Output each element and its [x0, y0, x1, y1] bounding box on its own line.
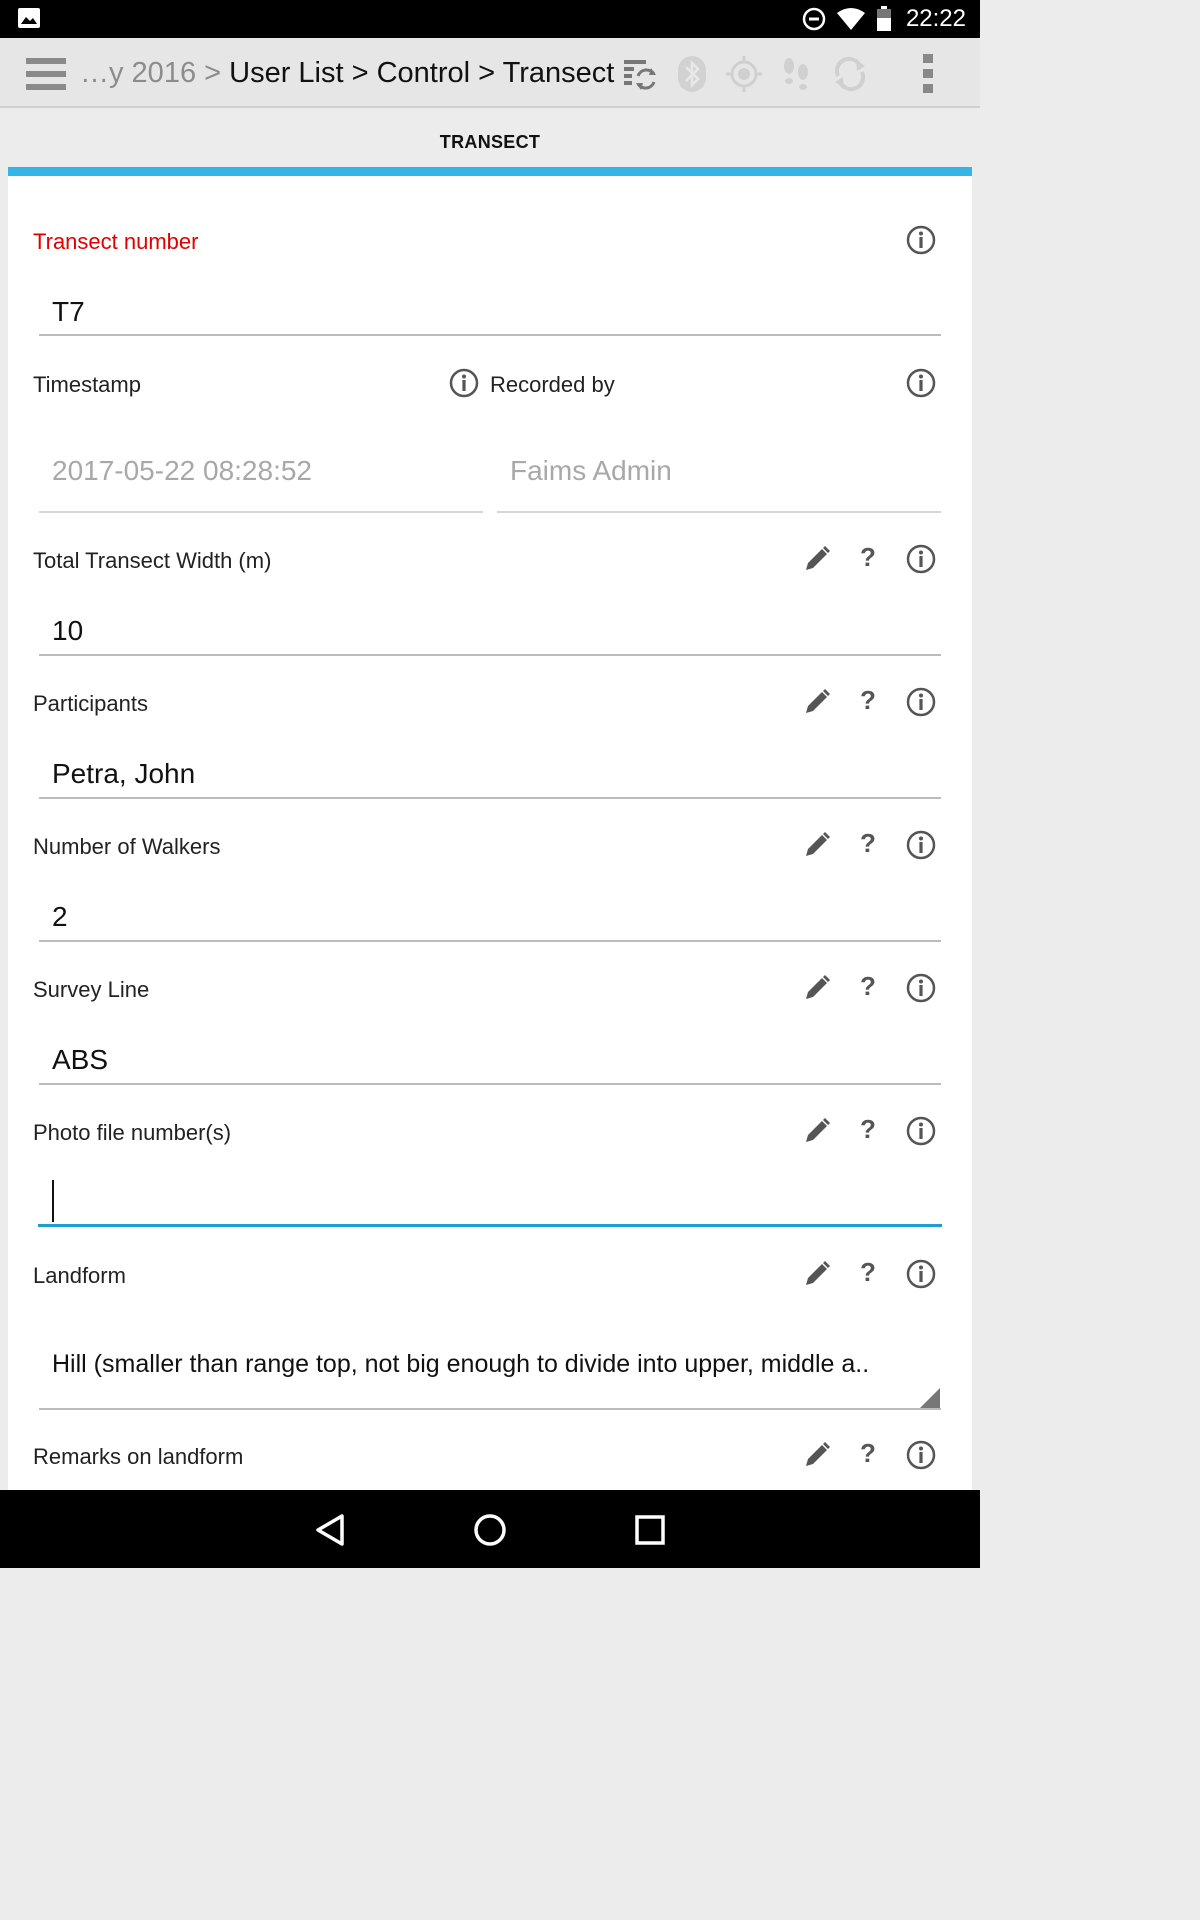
text-cursor [52, 1180, 54, 1222]
transect-form: Transect number T7 Timestamp Recorded by… [8, 176, 972, 1490]
help-icon[interactable]: ? [853, 828, 883, 859]
walkers-label: Number of Walkers [33, 834, 221, 859]
participants-underline [39, 797, 941, 799]
do-not-disturb-icon [802, 7, 826, 31]
timestamp-underline [39, 511, 483, 513]
info-icon[interactable] [906, 1259, 936, 1289]
gallery-icon [18, 8, 40, 28]
transect-number-label: Transect number [33, 229, 199, 254]
transect-number-field[interactable]: T7 [52, 296, 85, 328]
info-icon[interactable] [906, 544, 936, 574]
participants-label: Participants [33, 691, 148, 716]
help-icon[interactable]: ? [853, 1114, 883, 1145]
info-icon[interactable] [906, 687, 936, 717]
recents-icon[interactable] [630, 1510, 670, 1550]
width-field[interactable]: 10 [52, 615, 83, 647]
dropdown-corner-icon [920, 1388, 940, 1408]
landform-dropdown[interactable]: Hill (smaller than range top, not big en… [52, 1350, 869, 1379]
help-icon[interactable]: ? [853, 542, 883, 573]
walkers-underline [39, 940, 941, 942]
sync-icon[interactable] [830, 54, 870, 94]
menu-icon[interactable] [26, 58, 66, 90]
wifi-icon [836, 8, 865, 30]
back-icon[interactable] [310, 1510, 350, 1550]
tab-transect[interactable]: TRANSECT [8, 108, 972, 170]
tab-label: TRANSECT [439, 132, 541, 152]
photo-label: Photo file number(s) [33, 1120, 232, 1145]
survey-line-field[interactable]: ABS [52, 1044, 108, 1076]
info-icon[interactable] [906, 1116, 936, 1146]
battery-icon [876, 6, 891, 31]
remarks-label: Remarks on landform [33, 1444, 244, 1469]
tracklog-icon[interactable] [776, 54, 816, 94]
sync-list-icon[interactable] [620, 54, 660, 94]
landform-underline [39, 1408, 941, 1410]
navigation-bar [0, 1490, 980, 1568]
pencil-icon[interactable] [802, 1440, 832, 1470]
pencil-icon[interactable] [802, 1259, 832, 1289]
survey-line-underline [39, 1083, 941, 1085]
pencil-icon[interactable] [802, 973, 832, 1003]
help-icon[interactable]: ? [853, 1257, 883, 1288]
gps-icon[interactable] [724, 54, 764, 94]
timestamp-field: 2017-05-22 08:28:52 [52, 455, 312, 486]
recorded-by-underline [497, 511, 941, 513]
tab-indicator [8, 167, 972, 176]
pencil-icon[interactable] [802, 687, 832, 717]
help-icon[interactable]: ? [853, 971, 883, 1002]
status-bar: 22:22 [0, 0, 980, 38]
help-icon[interactable]: ? [853, 685, 883, 716]
participants-field[interactable]: Petra, John [52, 758, 195, 790]
info-icon[interactable] [906, 368, 936, 398]
pencil-icon[interactable] [802, 830, 832, 860]
walkers-field[interactable]: 2 [52, 901, 68, 933]
info-icon[interactable] [906, 830, 936, 860]
info-icon[interactable] [906, 225, 936, 255]
clock: 22:22 [905, 5, 966, 32]
overflow-menu-icon[interactable] [908, 54, 948, 94]
bluetooth-icon[interactable] [672, 54, 712, 94]
action-bar: …y 2016 > User List > Control > Transect [0, 38, 980, 108]
transect-number-underline [39, 334, 941, 336]
info-icon[interactable] [449, 368, 479, 398]
breadcrumb[interactable]: …y 2016 > User List > Control > Transect [80, 57, 614, 90]
info-icon[interactable] [906, 1440, 936, 1470]
survey-line-label: Survey Line [33, 977, 150, 1002]
info-icon[interactable] [906, 973, 936, 1003]
breadcrumb-path: User List > Control > Transect [229, 57, 615, 89]
help-icon[interactable]: ? [853, 1438, 883, 1469]
photo-underline [38, 1224, 942, 1227]
recorded-by-label: Recorded by [490, 372, 615, 397]
home-icon[interactable] [470, 1510, 510, 1550]
pencil-icon[interactable] [802, 1116, 832, 1146]
breadcrumb-truncated: …y 2016 > [80, 57, 230, 89]
timestamp-label: Timestamp [33, 372, 141, 397]
recorded-by-field: Faims Admin [510, 455, 672, 486]
width-label: Total Transect Width (m) [33, 548, 272, 573]
pencil-icon[interactable] [802, 544, 832, 574]
width-underline [39, 654, 941, 656]
landform-label: Landform [33, 1263, 126, 1288]
